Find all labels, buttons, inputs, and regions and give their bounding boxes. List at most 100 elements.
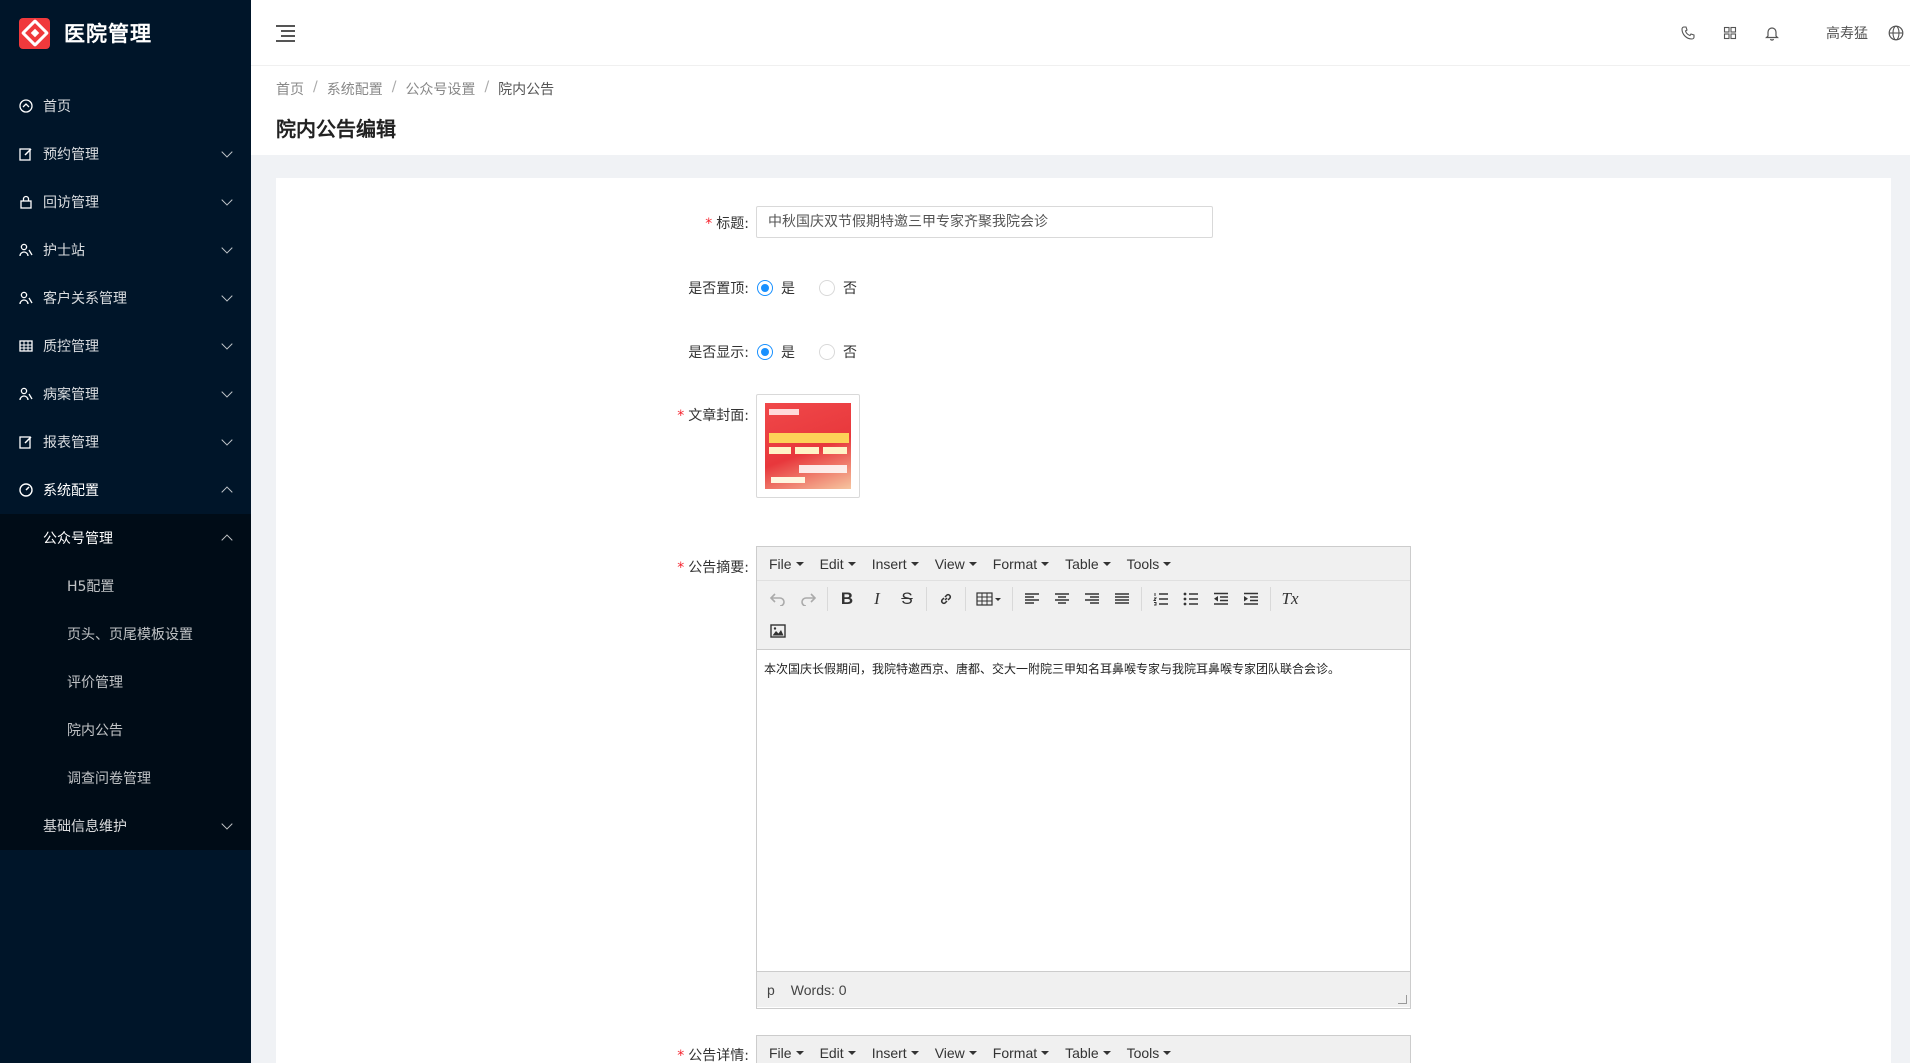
hospital-logo-icon — [19, 17, 50, 49]
sidebar-item-label: 病案管理 — [43, 387, 99, 403]
sidebar-item-header-footer-templates[interactable]: 页头、页尾模板设置 — [0, 610, 251, 658]
radio-dot — [819, 280, 835, 296]
menu-tools[interactable]: Tools — [1121, 1045, 1178, 1061]
strikethrough-icon[interactable]: S — [892, 585, 922, 613]
title-input[interactable]: 中秋国庆双节假期特邀三甲专家齐聚我院会诊 — [756, 206, 1213, 238]
image-icon[interactable] — [763, 617, 793, 645]
italic-icon[interactable]: I — [862, 585, 892, 613]
sidebar-item-medical-records[interactable]: 病案管理 — [0, 370, 251, 418]
sidebar-item-surveys[interactable]: 调查问卷管理 — [0, 754, 251, 802]
outdent-icon[interactable] — [1206, 585, 1236, 613]
menu-view[interactable]: View — [929, 1045, 983, 1061]
menu-table[interactable]: Table — [1059, 1045, 1116, 1061]
sidebar-item-crm[interactable]: 客户关系管理 — [0, 274, 251, 322]
menu-file[interactable]: File — [763, 556, 810, 572]
menu-file[interactable]: File — [763, 1045, 810, 1061]
summary-label: * 公告摘要: — [539, 557, 749, 577]
sidebar-item-basic-info[interactable]: 基础信息维护 — [0, 802, 251, 850]
sidebar-item-quality-control[interactable]: 质控管理 — [0, 322, 251, 370]
breadcrumb-item: 院内公告 — [498, 82, 555, 98]
radio-label: 是 — [781, 281, 795, 297]
menu-view[interactable]: View — [929, 556, 983, 572]
align-right-icon[interactable] — [1077, 585, 1107, 613]
clear-format-icon[interactable]: Tx — [1275, 585, 1305, 613]
pin-yes-radio[interactable]: 是 — [757, 278, 795, 298]
breadcrumb-item[interactable]: 首页 — [276, 79, 304, 99]
menu-edit[interactable]: Edit — [814, 556, 862, 572]
phone-icon[interactable] — [1678, 23, 1698, 43]
sidebar-item-reports[interactable]: 报表管理 — [0, 418, 251, 466]
menu-format[interactable]: Format — [987, 1045, 1055, 1061]
show-radio-group: 是 否 — [757, 342, 881, 362]
chevron-down-icon — [221, 434, 233, 446]
sidebar-item-followup[interactable]: 回访管理 — [0, 178, 251, 226]
summary-editor-content[interactable]: 本次国庆长假期间，我院特邀西京、唐都、交大一附院三甲知名耳鼻喉专家与我院耳鼻喉专… — [757, 650, 1410, 971]
redo-icon[interactable] — [793, 585, 823, 613]
gauge-icon — [19, 483, 33, 497]
menu-fold-icon[interactable] — [276, 25, 295, 42]
sidebar-item-label: 院内公告 — [67, 723, 123, 739]
grid-icon[interactable] — [1720, 23, 1740, 43]
breadcrumb-separator: / — [391, 79, 397, 95]
bell-icon[interactable] — [1762, 23, 1782, 43]
sidebar-item-label: 页头、页尾模板设置 — [67, 627, 193, 643]
sidebar-item-home[interactable]: 首页 — [0, 82, 251, 130]
brand[interactable]: 医院管理 — [0, 0, 251, 66]
align-justify-icon[interactable] — [1107, 585, 1137, 613]
pin-no-radio[interactable]: 否 — [819, 278, 857, 298]
align-center-icon[interactable] — [1047, 585, 1077, 613]
align-left-icon[interactable] — [1017, 585, 1047, 613]
sidebar-item-label: 系统配置 — [43, 483, 99, 499]
breadcrumb-item[interactable]: 公众号设置 — [405, 79, 475, 99]
menu-insert[interactable]: Insert — [866, 556, 925, 572]
show-yes-radio[interactable]: 是 — [757, 342, 795, 362]
resize-handle-icon[interactable] — [1398, 995, 1407, 1004]
link-icon[interactable] — [931, 585, 961, 613]
sidebar-item-appointments[interactable]: 预约管理 — [0, 130, 251, 178]
required-mark: * — [705, 216, 713, 232]
editor-statusbar: p Words: 0 — [757, 971, 1410, 1007]
menu-tools[interactable]: Tools — [1121, 556, 1178, 572]
detail-editor: File Edit Insert View Format Table Tools — [756, 1035, 1411, 1063]
menu-format[interactable]: Format — [987, 556, 1055, 572]
pin-radio-group: 是 否 — [757, 278, 881, 298]
sidebar-item-label: 调查问卷管理 — [67, 771, 151, 787]
user-name[interactable]: 高寿猛 — [1826, 23, 1868, 43]
sidebar-item-wechat-official[interactable]: 公众号管理 — [0, 514, 251, 562]
show-no-radio[interactable]: 否 — [819, 342, 857, 362]
edit-icon — [19, 147, 33, 161]
menu-insert[interactable]: Insert — [866, 1045, 925, 1061]
sidebar-item-label: 首页 — [43, 99, 71, 115]
sidebar-item-nurse-station[interactable]: 护士站 — [0, 226, 251, 274]
sidebar-item-h5-config[interactable]: H5配置 — [0, 562, 251, 610]
edit-icon — [19, 435, 33, 449]
bold-icon[interactable]: B — [832, 585, 862, 613]
editor-toolbar: B I S Tx — [757, 581, 1410, 650]
menu-edit[interactable]: Edit — [814, 1045, 862, 1061]
chevron-down-icon — [221, 290, 233, 302]
bullet-list-icon[interactable] — [1176, 585, 1206, 613]
top-header: 高寿猛 — [251, 0, 1910, 66]
sidebar-item-label: 客户关系管理 — [43, 291, 127, 307]
sidebar-item-label: 公众号管理 — [43, 531, 113, 547]
summary-editor: File Edit Insert View Format Table Tools… — [756, 546, 1411, 1009]
sidebar-item-reviews[interactable]: 评价管理 — [0, 658, 251, 706]
globe-icon[interactable] — [1886, 23, 1906, 43]
users-icon — [19, 291, 33, 305]
table-icon[interactable] — [970, 585, 1008, 613]
required-mark: * — [677, 408, 685, 424]
menu-table[interactable]: Table — [1059, 556, 1116, 572]
sidebar-item-announcements[interactable]: 院内公告 — [0, 706, 251, 754]
breadcrumb-item[interactable]: 系统配置 — [327, 79, 383, 99]
cover-upload[interactable] — [756, 394, 860, 498]
chevron-down-icon — [221, 146, 233, 158]
page-title: 院内公告编辑 — [276, 117, 396, 141]
undo-icon[interactable] — [763, 585, 793, 613]
indent-icon[interactable] — [1236, 585, 1266, 613]
breadcrumb-separator: / — [484, 79, 490, 95]
breadcrumb-separator: / — [313, 79, 318, 95]
sidebar-item-system-config[interactable]: 系统配置 — [0, 466, 251, 514]
ordered-list-icon[interactable] — [1146, 585, 1176, 613]
radio-label: 否 — [843, 345, 857, 361]
sidebar-item-label: 报表管理 — [43, 435, 99, 451]
